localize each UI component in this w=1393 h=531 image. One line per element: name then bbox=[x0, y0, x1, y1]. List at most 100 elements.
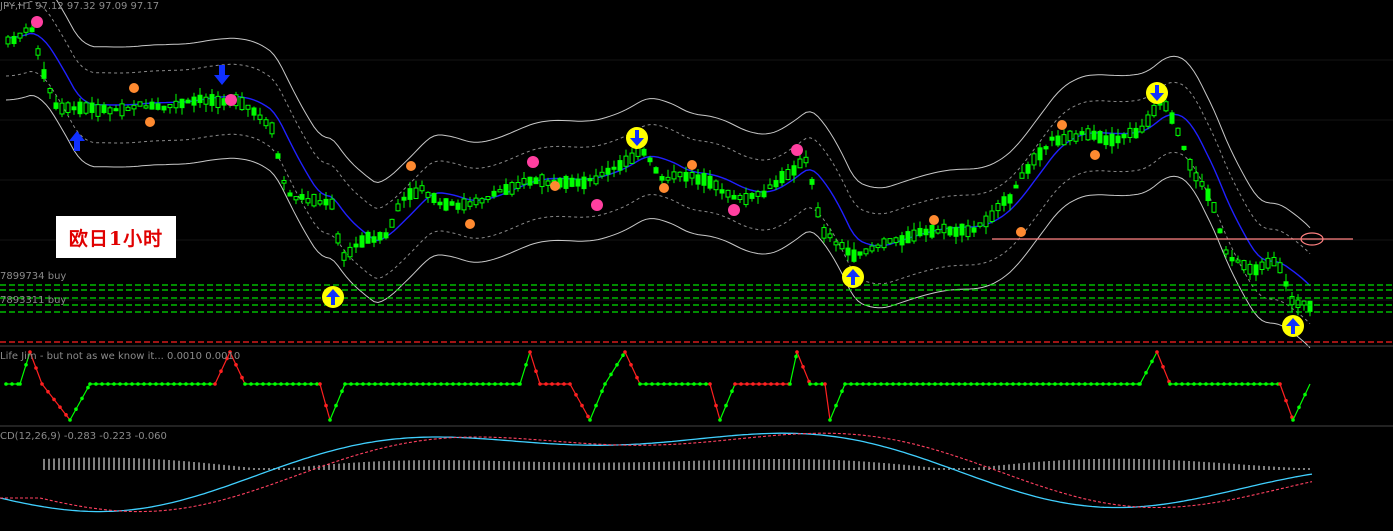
oscillator-dot bbox=[574, 393, 578, 397]
candle-body bbox=[791, 165, 797, 176]
candle-body bbox=[1223, 249, 1229, 255]
oscillator-dot bbox=[621, 353, 625, 358]
candle-body bbox=[317, 200, 323, 205]
oscillator-dot bbox=[1297, 405, 1301, 410]
oscillator-dot bbox=[1264, 382, 1268, 386]
candle-body bbox=[641, 148, 647, 156]
candle-body bbox=[863, 248, 869, 255]
orange-signal-dot bbox=[1090, 150, 1100, 160]
candle-body bbox=[779, 170, 785, 184]
oscillator-dot bbox=[975, 382, 979, 386]
candle-body bbox=[1097, 130, 1103, 144]
oscillator-dot bbox=[240, 375, 244, 380]
oscillator-dot bbox=[52, 397, 56, 402]
candle-body bbox=[695, 174, 701, 185]
candle-body bbox=[1193, 172, 1199, 182]
candle-body bbox=[131, 104, 137, 110]
candle-body bbox=[869, 245, 875, 252]
candle-body bbox=[599, 171, 605, 177]
candle-body bbox=[665, 176, 671, 181]
candle-body bbox=[1307, 300, 1313, 312]
candle-body bbox=[1109, 133, 1115, 147]
oscillator-dot bbox=[739, 382, 743, 386]
oscillator-dot bbox=[638, 382, 642, 386]
orange-signal-dot bbox=[929, 215, 939, 225]
magenta-signal-dot bbox=[527, 156, 539, 168]
arrow-up-icon bbox=[69, 131, 85, 151]
candle-body bbox=[929, 225, 935, 238]
oscillator-dot bbox=[124, 382, 128, 386]
candle-body bbox=[29, 27, 35, 33]
candle-body bbox=[917, 227, 923, 237]
candle-body bbox=[935, 229, 941, 234]
oscillator-dot bbox=[686, 382, 690, 386]
oscillator-dot bbox=[1180, 382, 1184, 386]
oscillator-label: Life Jim - but not as we know it... 0.00… bbox=[0, 351, 241, 362]
oscillator-dot bbox=[1071, 382, 1075, 386]
candle-body bbox=[1103, 135, 1109, 146]
candle-body bbox=[605, 167, 611, 175]
candle-body bbox=[503, 184, 509, 195]
oscillator-dot bbox=[88, 382, 92, 386]
magenta-signal-dot bbox=[591, 199, 603, 211]
oscillator-dot bbox=[568, 382, 572, 386]
oscillator-dot bbox=[403, 382, 407, 386]
orange-signal-dot bbox=[129, 83, 139, 93]
candle-body bbox=[785, 169, 791, 181]
oscillator-dot bbox=[136, 382, 140, 386]
oscillator-dot bbox=[656, 382, 660, 386]
oscillator-dot bbox=[457, 382, 461, 386]
oscillator-dot bbox=[343, 382, 347, 386]
candle-body bbox=[677, 171, 683, 178]
candle-body bbox=[215, 95, 221, 109]
price-chart[interactable] bbox=[0, 0, 1393, 531]
candle-body bbox=[833, 241, 839, 246]
oscillator-dot bbox=[291, 382, 295, 386]
oscillator-dot bbox=[415, 382, 419, 386]
oscillator-dot bbox=[1278, 382, 1282, 386]
candle-body bbox=[11, 35, 17, 45]
oscillator-dot bbox=[556, 382, 560, 386]
oscillator-dot bbox=[1174, 382, 1178, 386]
candle-body bbox=[449, 201, 455, 206]
oscillator-dot bbox=[794, 354, 798, 359]
oscillator-dot bbox=[957, 382, 961, 386]
candle-body bbox=[1151, 104, 1157, 117]
candle-body bbox=[389, 218, 395, 228]
oscillator-dot bbox=[1041, 382, 1045, 386]
oscillator-segment bbox=[829, 383, 846, 421]
oscillator-segment bbox=[1139, 351, 1158, 385]
candle-body bbox=[377, 232, 383, 241]
candle-body bbox=[725, 189, 731, 198]
candle-body bbox=[485, 196, 491, 201]
oscillator-dot bbox=[130, 382, 134, 386]
candle-body bbox=[77, 101, 83, 115]
oscillator-dot bbox=[1125, 382, 1129, 386]
oscillator-dot bbox=[1138, 382, 1142, 386]
candle-body bbox=[203, 96, 209, 105]
oscillator-dot bbox=[349, 382, 353, 386]
oscillator-dot bbox=[10, 382, 14, 386]
candle-body bbox=[707, 175, 713, 189]
oscillator-dot bbox=[1113, 382, 1117, 386]
candle-body bbox=[443, 198, 449, 211]
candle-body bbox=[497, 189, 503, 193]
candle-body bbox=[611, 166, 617, 170]
candle-body bbox=[137, 101, 143, 107]
level-label-2: 7893311 buy bbox=[0, 295, 67, 306]
candle-body bbox=[95, 104, 101, 117]
magenta-signal-dot bbox=[728, 204, 740, 216]
oscillator-dot bbox=[58, 405, 62, 409]
oscillator-dot bbox=[814, 382, 818, 386]
candle-body bbox=[815, 207, 821, 218]
oscillator-dot bbox=[1252, 382, 1256, 386]
oscillator-dot bbox=[1284, 398, 1288, 403]
candle-body bbox=[1127, 127, 1133, 139]
sell-signal-marker bbox=[1146, 82, 1168, 104]
oscillator-dot bbox=[112, 382, 116, 386]
oscillator-dot bbox=[1065, 382, 1069, 386]
oscillator-dot bbox=[94, 382, 98, 386]
oscillator-dot bbox=[1150, 359, 1154, 364]
oscillator-dot bbox=[927, 382, 931, 386]
oscillator-dot bbox=[142, 382, 146, 386]
